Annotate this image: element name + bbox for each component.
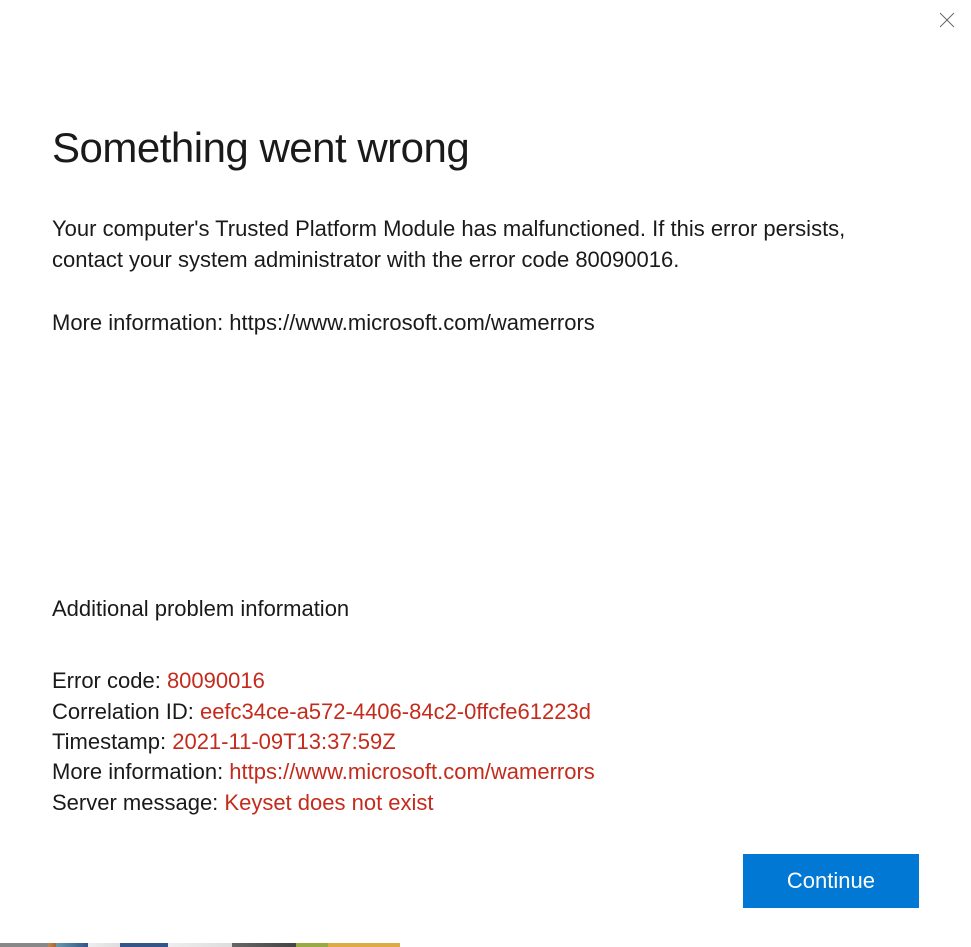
close-icon <box>939 12 955 28</box>
more-info-label: More information: <box>52 310 229 335</box>
error-description: Your computer's Trusted Platform Module … <box>52 214 919 276</box>
error-code-value: 80090016 <box>167 668 265 693</box>
button-row: Continue <box>52 854 919 908</box>
dialog-content: Something went wrong Your computer's Tru… <box>0 124 971 908</box>
more-info-url: https://www.microsoft.com/wamerrors <box>229 310 595 335</box>
correlation-id-row: Correlation ID: eefc34ce-a572-4406-84c2-… <box>52 697 919 727</box>
more-info-line: More information: https://www.microsoft.… <box>52 308 919 339</box>
server-message-label: Server message: <box>52 790 224 815</box>
continue-button[interactable]: Continue <box>743 854 919 908</box>
error-code-label: Error code: <box>52 668 167 693</box>
close-button[interactable] <box>935 8 959 32</box>
detail-more-info-value: https://www.microsoft.com/wamerrors <box>229 759 595 784</box>
titlebar <box>0 0 971 44</box>
taskbar-fragment <box>0 943 400 947</box>
correlation-id-label: Correlation ID: <box>52 699 200 724</box>
timestamp-row: Timestamp: 2021-11-09T13:37:59Z <box>52 727 919 757</box>
error-details: Error code: 80090016 Correlation ID: eef… <box>52 666 919 818</box>
correlation-id-value: eefc34ce-a572-4406-84c2-0ffcfe61223d <box>200 699 591 724</box>
timestamp-value: 2021-11-09T13:37:59Z <box>172 729 395 754</box>
error-code-row: Error code: 80090016 <box>52 666 919 696</box>
detail-more-info-label: More information: <box>52 759 229 784</box>
server-message-row: Server message: Keyset does not exist <box>52 788 919 818</box>
additional-info-heading: Additional problem information <box>52 596 919 622</box>
timestamp-label: Timestamp: <box>52 729 172 754</box>
detail-more-info-row: More information: https://www.microsoft.… <box>52 757 919 787</box>
server-message-value: Keyset does not exist <box>224 790 433 815</box>
error-heading: Something went wrong <box>52 124 919 172</box>
